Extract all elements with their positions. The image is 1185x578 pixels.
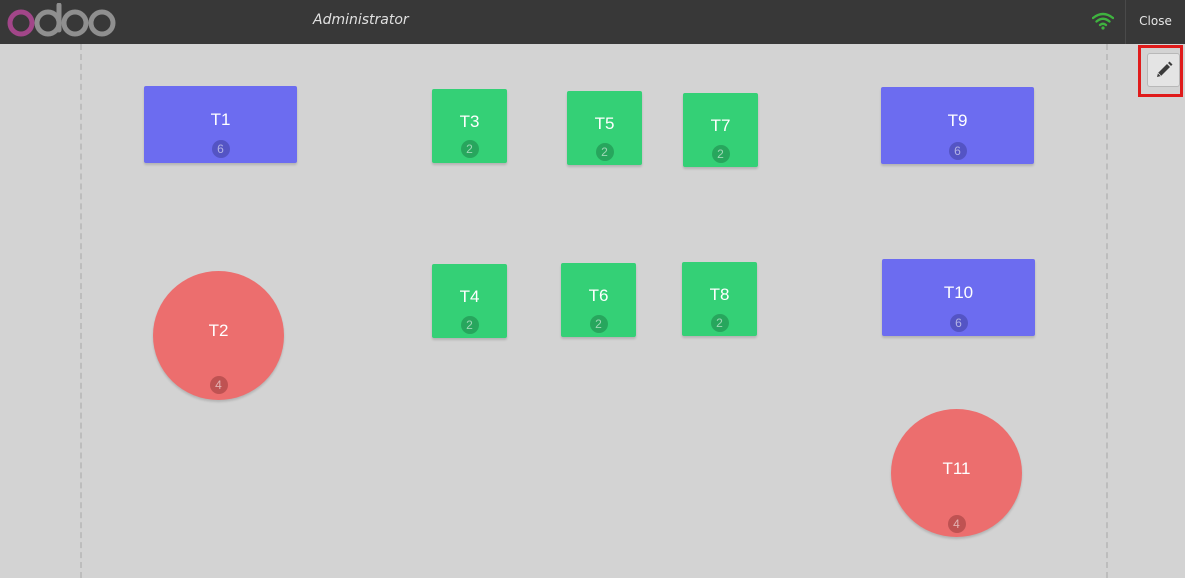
table-name: T5 bbox=[594, 114, 615, 133]
wifi-icon bbox=[1092, 12, 1114, 30]
table-name: T4 bbox=[459, 287, 480, 306]
pencil-icon bbox=[1157, 61, 1173, 77]
table-t11[interactable]: T11 4 bbox=[891, 409, 1022, 537]
seat-count-badge: 2 bbox=[589, 315, 608, 333]
close-button[interactable]: Close bbox=[1125, 0, 1185, 44]
table-name: T9 bbox=[947, 111, 968, 130]
table-t7[interactable]: T7 2 bbox=[683, 93, 758, 167]
table-t4[interactable]: T4 2 bbox=[432, 264, 507, 338]
seat-count-badge: 2 bbox=[595, 143, 614, 161]
table-t2[interactable]: T2 4 bbox=[153, 271, 284, 400]
table-name: T10 bbox=[943, 283, 974, 302]
edit-floor-button[interactable] bbox=[1147, 53, 1180, 87]
table-t1[interactable]: T1 6 bbox=[144, 86, 297, 163]
seat-count-badge: 6 bbox=[211, 140, 230, 158]
seat-count-badge: 4 bbox=[209, 376, 228, 394]
table-name: T7 bbox=[710, 116, 731, 135]
seat-count-badge: 2 bbox=[711, 145, 730, 163]
seat-count-badge: 2 bbox=[460, 140, 479, 158]
table-t8[interactable]: T8 2 bbox=[682, 262, 757, 336]
seat-count-badge: 4 bbox=[947, 515, 966, 533]
table-name: T1 bbox=[210, 110, 231, 129]
floor-right-boundary bbox=[1106, 44, 1108, 578]
table-t5[interactable]: T5 2 bbox=[567, 91, 642, 165]
user-name: Administrator bbox=[313, 12, 409, 28]
floor-left-boundary bbox=[80, 44, 82, 578]
seat-count-badge: 6 bbox=[948, 142, 967, 160]
table-name: T8 bbox=[709, 285, 730, 304]
table-name: T11 bbox=[942, 459, 971, 478]
seat-count-badge: 6 bbox=[949, 314, 968, 332]
table-name: T6 bbox=[588, 286, 609, 305]
table-t10[interactable]: T10 6 bbox=[882, 259, 1035, 336]
table-name: T2 bbox=[208, 321, 229, 340]
table-t6[interactable]: T6 2 bbox=[561, 263, 636, 337]
table-t3[interactable]: T3 2 bbox=[432, 89, 507, 163]
odoo-logo: odoo bbox=[7, 3, 116, 37]
top-header: odoo Administrator Close bbox=[0, 0, 1185, 44]
seat-count-badge: 2 bbox=[710, 314, 729, 332]
seat-count-badge: 2 bbox=[460, 316, 479, 334]
table-name: T3 bbox=[459, 112, 480, 131]
table-t9[interactable]: T9 6 bbox=[881, 87, 1034, 164]
